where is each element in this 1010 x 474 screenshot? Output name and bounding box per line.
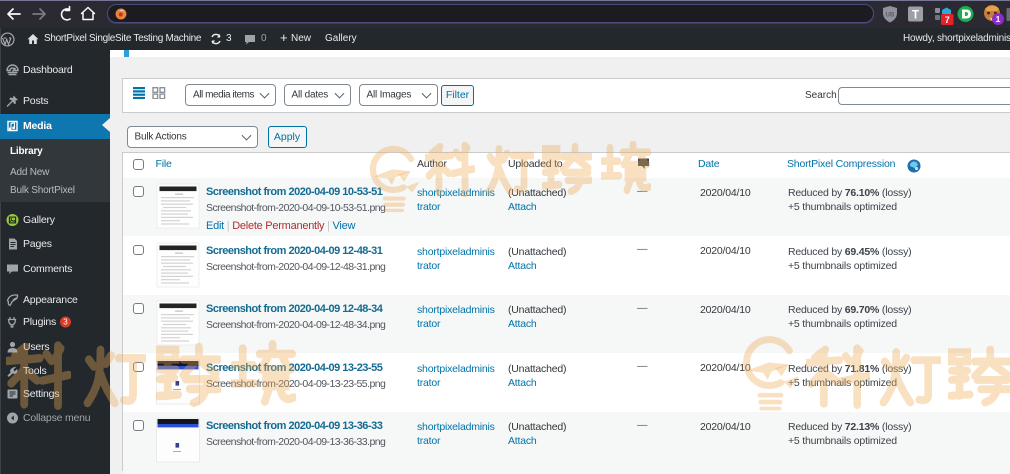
svg-text:T: T — [912, 10, 919, 22]
svg-text:UB: UB — [886, 13, 895, 19]
svg-text:7: 7 — [945, 15, 950, 25]
svg-text:1: 1 — [996, 14, 1001, 24]
